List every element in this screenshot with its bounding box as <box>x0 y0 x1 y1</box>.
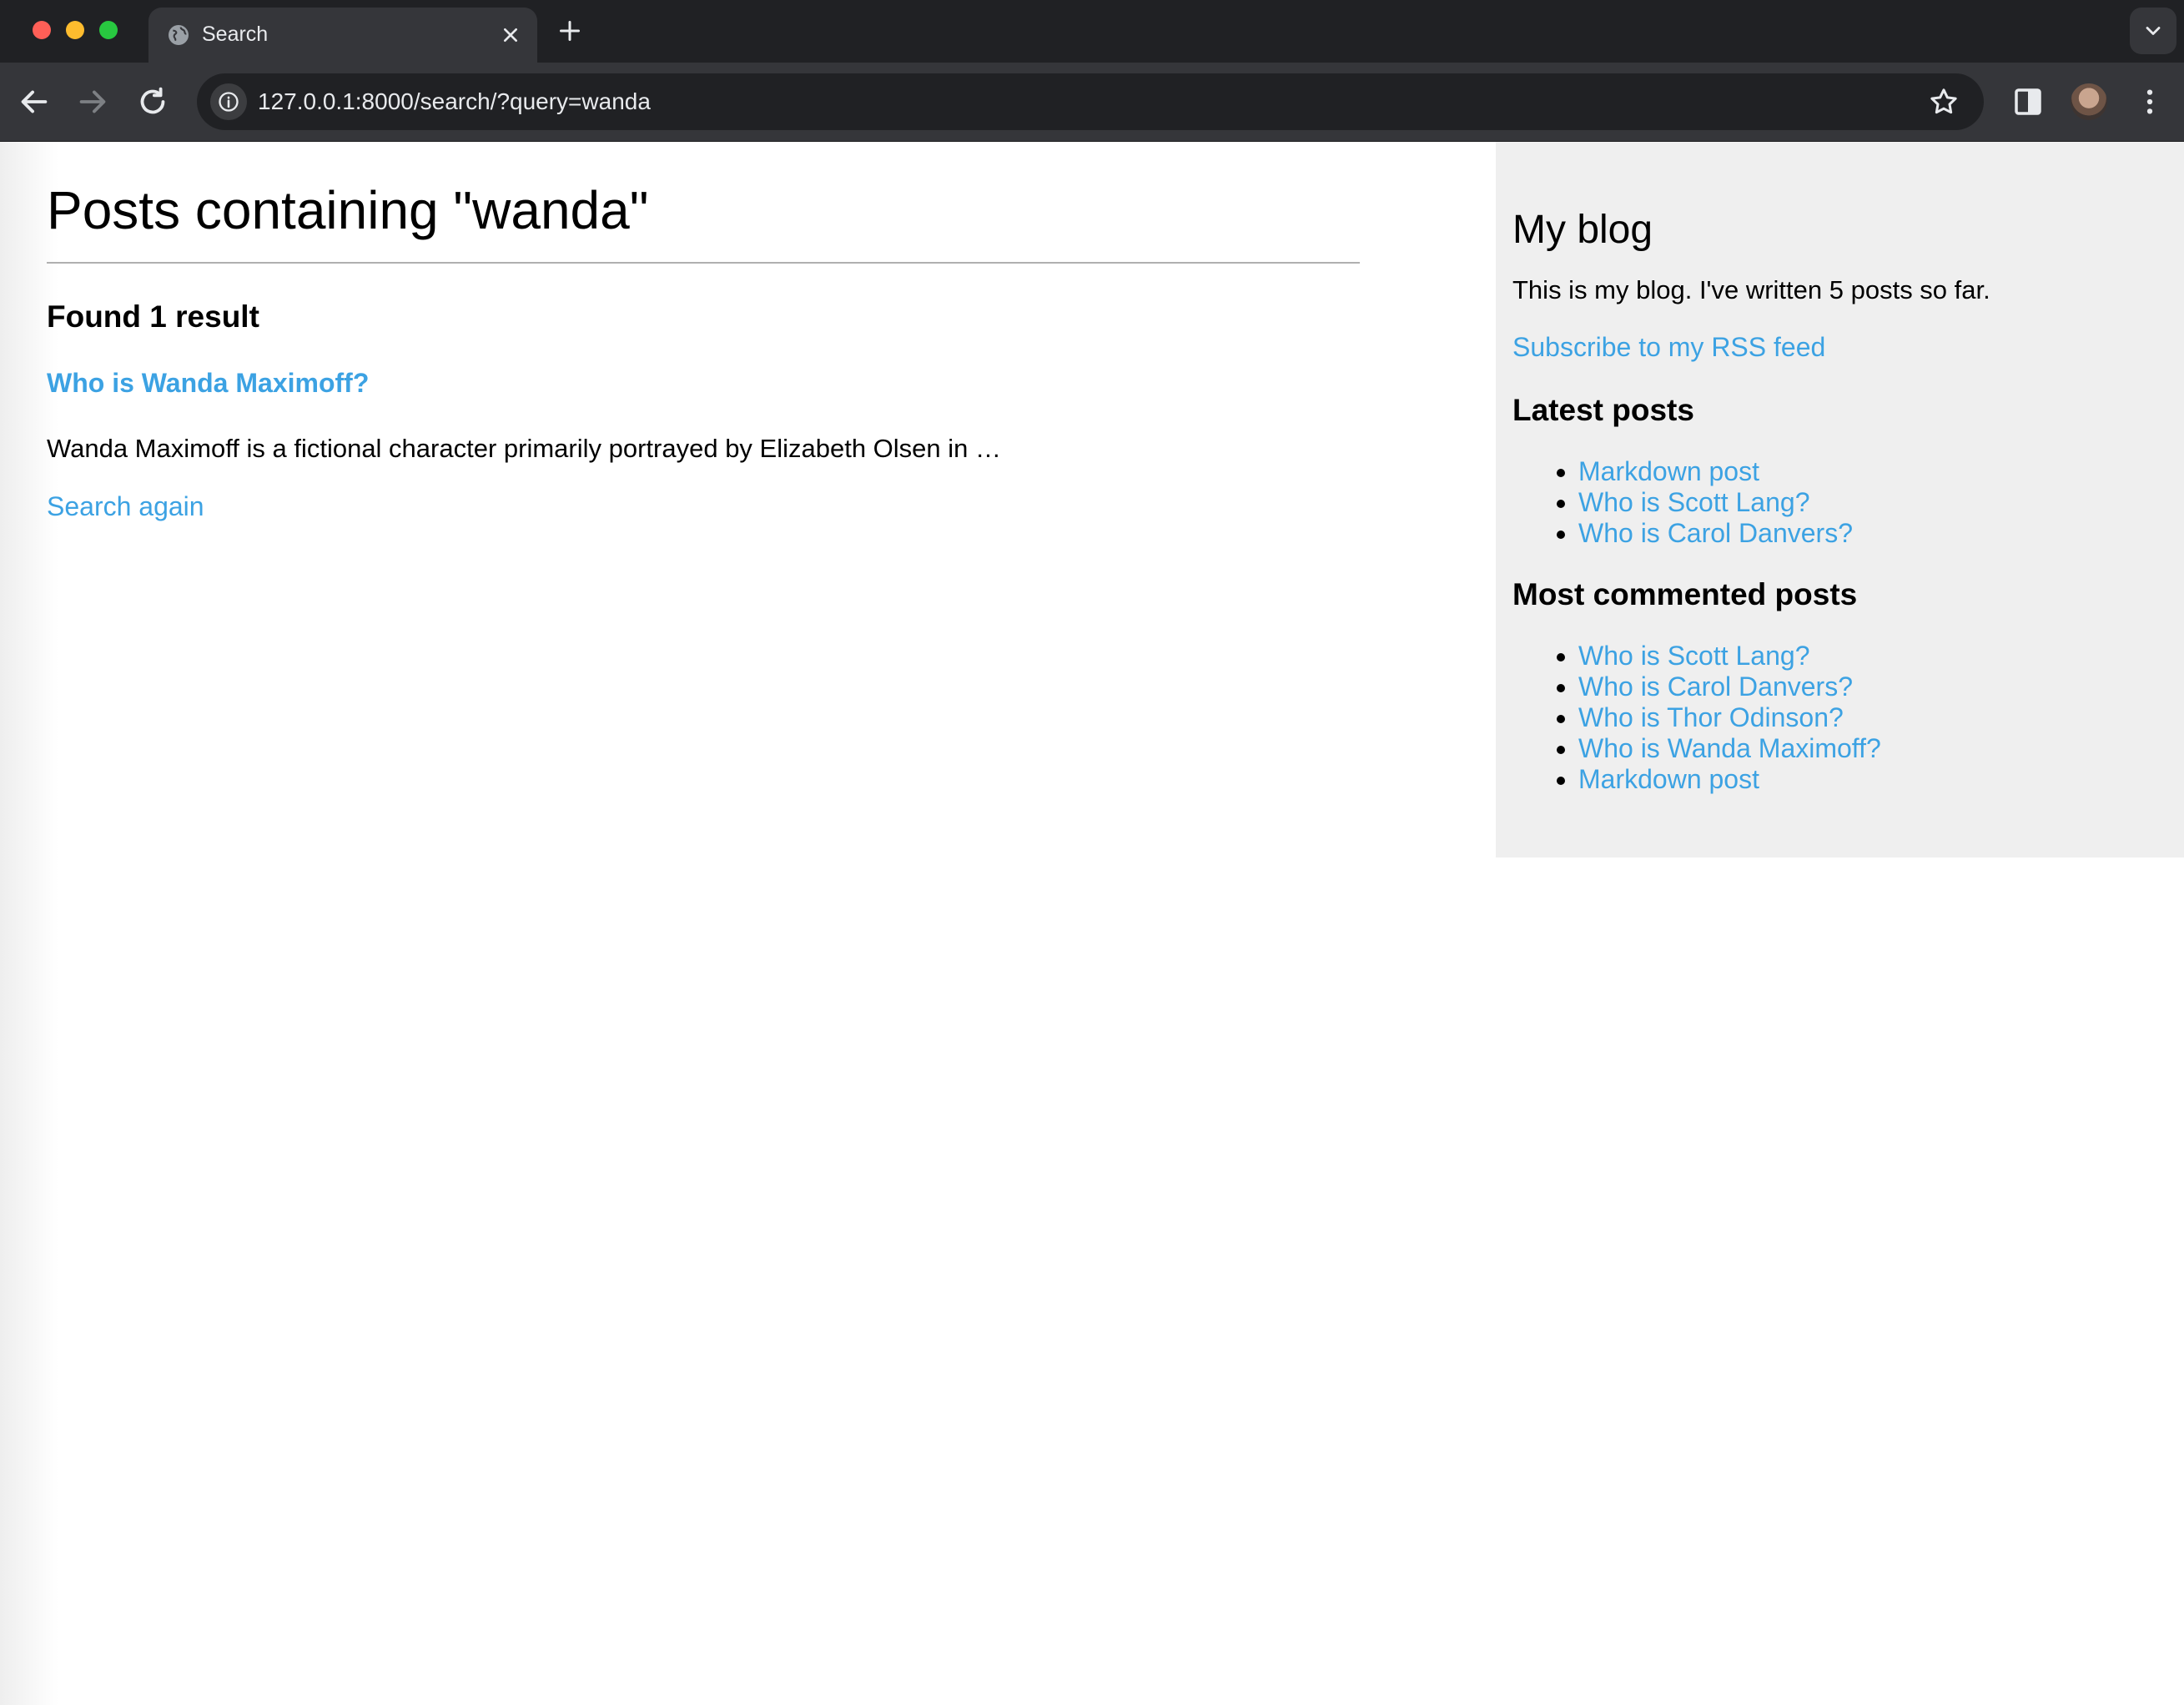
reload-icon[interactable] <box>133 83 172 121</box>
sidebar: My blog This is my blog. I've written 5 … <box>1496 142 2184 858</box>
most-commented-link[interactable]: Who is Wanda Maximoff? <box>1578 733 1881 763</box>
blog-title: My blog <box>1512 208 1653 252</box>
site-info-button[interactable] <box>210 83 247 120</box>
most-commented-link[interactable]: Who is Thor Odinson? <box>1578 702 1844 732</box>
list-item: Who is Carol Danvers? <box>1578 518 2184 549</box>
most-commented-link[interactable]: Who is Scott Lang? <box>1578 641 1809 671</box>
result-count: Found 1 result <box>47 299 259 334</box>
browser-toolbar: 127.0.0.1:8000/search/?query=wanda <box>0 63 2184 142</box>
close-icon[interactable] <box>497 22 524 48</box>
globe-icon <box>169 25 189 45</box>
most-commented-list: Who is Scott Lang? Who is Carol Danvers?… <box>1512 641 2184 795</box>
list-item: Who is Scott Lang? <box>1578 641 2184 671</box>
result-excerpt: Wanda Maximoff is a fictional character … <box>47 434 1002 463</box>
plus-icon[interactable] <box>555 16 585 46</box>
latest-post-link[interactable]: Who is Carol Danvers? <box>1578 518 1853 548</box>
tab-search[interactable]: Search <box>148 8 537 63</box>
window-maximize-button[interactable] <box>99 21 118 39</box>
search-again-link[interactable]: Search again <box>47 490 1360 523</box>
forward-arrow-icon[interactable] <box>73 83 112 121</box>
avatar[interactable] <box>2071 83 2107 120</box>
back-arrow-icon[interactable] <box>15 83 53 121</box>
result-title-link[interactable]: Who is Wanda Maximoff? <box>47 366 1360 400</box>
list-item: Who is Carol Danvers? <box>1578 671 2184 702</box>
url-text[interactable]: 127.0.0.1:8000/search/?query=wanda <box>258 88 651 116</box>
list-item: Who is Wanda Maximoff? <box>1578 733 2184 764</box>
info-icon <box>219 92 239 112</box>
side-panel-icon[interactable] <box>2010 84 2046 119</box>
latest-post-link[interactable]: Markdown post <box>1578 456 1759 486</box>
main-content: Posts containing "wanda" Found 1 result … <box>47 142 1360 523</box>
star-icon[interactable] <box>1927 85 1960 118</box>
most-commented-link[interactable]: Markdown post <box>1578 764 1759 794</box>
chevron-down-icon <box>2146 27 2161 35</box>
list-item: Who is Scott Lang? <box>1578 487 2184 518</box>
latest-post-link[interactable]: Who is Scott Lang? <box>1578 487 1809 517</box>
list-item: Markdown post <box>1578 456 2184 487</box>
latest-posts-heading: Latest posts <box>1512 393 1694 427</box>
most-commented-link[interactable]: Who is Carol Danvers? <box>1578 671 1853 702</box>
blog-description: This is my blog. I've written 5 posts so… <box>1512 275 1990 304</box>
list-item: Who is Thor Odinson? <box>1578 702 2184 733</box>
page-viewport: Posts containing "wanda" Found 1 result … <box>0 142 2184 1705</box>
rss-feed-link[interactable]: Subscribe to my RSS feed <box>1512 330 2184 364</box>
tab-strip: Search <box>0 0 2184 63</box>
address-bar[interactable]: 127.0.0.1:8000/search/?query=wanda <box>197 73 1984 130</box>
page-title: Posts containing "wanda" <box>47 177 1360 264</box>
window-close-button[interactable] <box>33 21 51 39</box>
tab-search-button[interactable] <box>2130 8 2176 54</box>
list-item: Markdown post <box>1578 764 2184 795</box>
kebab-menu-icon[interactable] <box>2132 84 2167 119</box>
most-commented-heading: Most commented posts <box>1512 577 1858 611</box>
window-minimize-button[interactable] <box>66 21 84 39</box>
tab-title: Search <box>202 23 269 46</box>
latest-posts-list: Markdown post Who is Scott Lang? Who is … <box>1512 456 2184 549</box>
